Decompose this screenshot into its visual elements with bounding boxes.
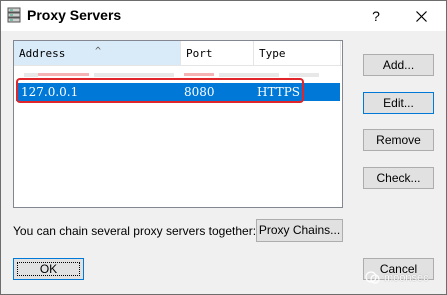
check-button[interactable]: Check... xyxy=(363,167,434,189)
ok-label: OK xyxy=(39,262,58,276)
ok-button[interactable]: OK xyxy=(13,258,84,280)
watermark-text: moonsec xyxy=(384,272,429,284)
title-bar: Proxy Servers ? xyxy=(1,1,446,31)
table-header: Address ^ Port Type xyxy=(14,41,342,66)
proxy-list[interactable]: Address ^ Port Type 127.0.0.1 8080 HTTPS xyxy=(13,40,343,208)
proxy-servers-dialog: Proxy Servers ? Address ^ Port Type 127.… xyxy=(0,0,447,295)
window-title: Proxy Servers xyxy=(27,7,122,23)
column-header-type[interactable]: Type xyxy=(254,41,340,65)
column-header-port[interactable]: Port xyxy=(181,41,253,65)
edit-button[interactable]: Edit... xyxy=(363,92,434,114)
help-button[interactable]: ? xyxy=(363,5,389,27)
sort-ascending-icon: ^ xyxy=(95,46,102,57)
column-divider[interactable] xyxy=(340,41,341,65)
column-header-address[interactable]: Address ^ xyxy=(14,41,180,65)
wechat-icon xyxy=(365,271,380,284)
add-button[interactable]: Add... xyxy=(363,54,434,76)
server-icon xyxy=(7,7,21,23)
close-button[interactable] xyxy=(401,5,441,27)
chain-description: You can chain several proxy servers toge… xyxy=(13,224,257,238)
proxy-chains-button[interactable]: Proxy Chains... xyxy=(256,219,343,242)
remove-button[interactable]: Remove xyxy=(363,129,434,151)
close-icon xyxy=(415,11,427,22)
annotation-highlight-box xyxy=(16,78,304,103)
column-label: Type xyxy=(259,47,286,60)
column-label: Port xyxy=(186,47,213,60)
column-label: Address xyxy=(19,47,66,60)
